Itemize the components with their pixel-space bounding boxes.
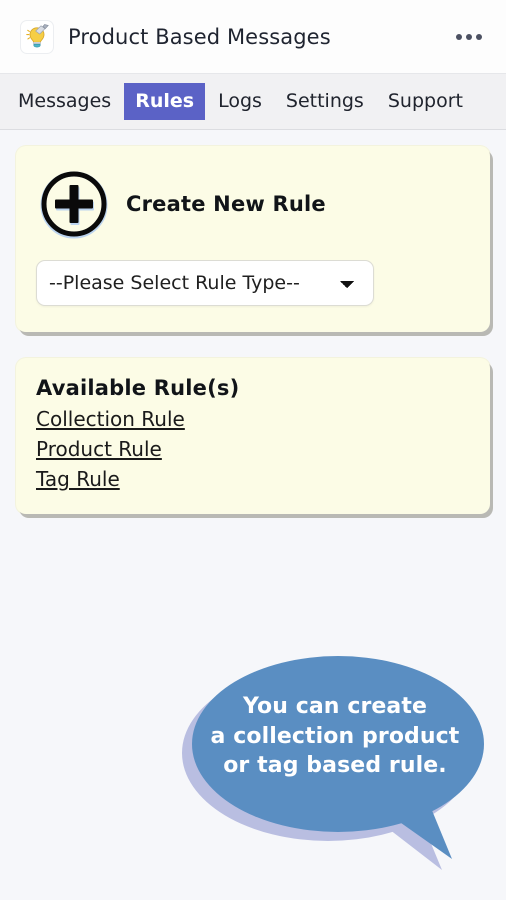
callout-bubble: You can create a collection product or t… xyxy=(180,640,506,890)
callout-line-2: a collection product xyxy=(210,723,460,749)
lightbulb-icon xyxy=(20,19,54,54)
callout-line-1: You can create xyxy=(242,694,428,719)
tab-settings[interactable]: Settings xyxy=(275,83,375,121)
main-content: Create New Rule --Please Select Rule Typ… xyxy=(0,130,506,514)
plus-circle-icon[interactable] xyxy=(38,168,110,240)
available-rule-link-collection[interactable]: Collection Rule xyxy=(36,404,185,434)
menu-dot xyxy=(456,33,462,40)
available-rules-title: Available Rule(s) xyxy=(36,376,240,400)
available-rules-card: Available Rule(s) Collection Rule Produc… xyxy=(16,358,490,514)
tab-bar: Messages Rules Logs Settings Support xyxy=(0,74,506,130)
callout-bubble-text: You can create a collection product or t… xyxy=(180,640,490,781)
page-title: Product Based Messages xyxy=(68,24,331,49)
create-new-rule-header: Create New Rule xyxy=(36,168,470,240)
tab-support[interactable]: Support xyxy=(377,83,474,121)
rule-type-select[interactable]: --Please Select Rule Type-- xyxy=(36,260,374,306)
callout-bubble-body xyxy=(192,656,484,859)
app-header: Product Based Messages xyxy=(0,0,506,74)
more-options-icon[interactable] xyxy=(450,26,488,48)
available-rule-link-tag[interactable]: Tag Rule xyxy=(36,464,120,494)
create-new-rule-label: Create New Rule xyxy=(126,192,326,216)
create-new-rule-card: Create New Rule --Please Select Rule Typ… xyxy=(16,146,490,332)
tab-rules[interactable]: Rules xyxy=(124,82,206,121)
callout-bubble-shadow xyxy=(182,665,474,870)
callout-line-3: or tag based rule. xyxy=(223,753,447,779)
menu-dot xyxy=(466,33,472,40)
tab-messages[interactable]: Messages xyxy=(7,83,122,121)
menu-dot xyxy=(476,33,482,40)
tab-logs[interactable]: Logs xyxy=(207,83,273,121)
available-rule-link-product[interactable]: Product Rule xyxy=(36,434,162,464)
